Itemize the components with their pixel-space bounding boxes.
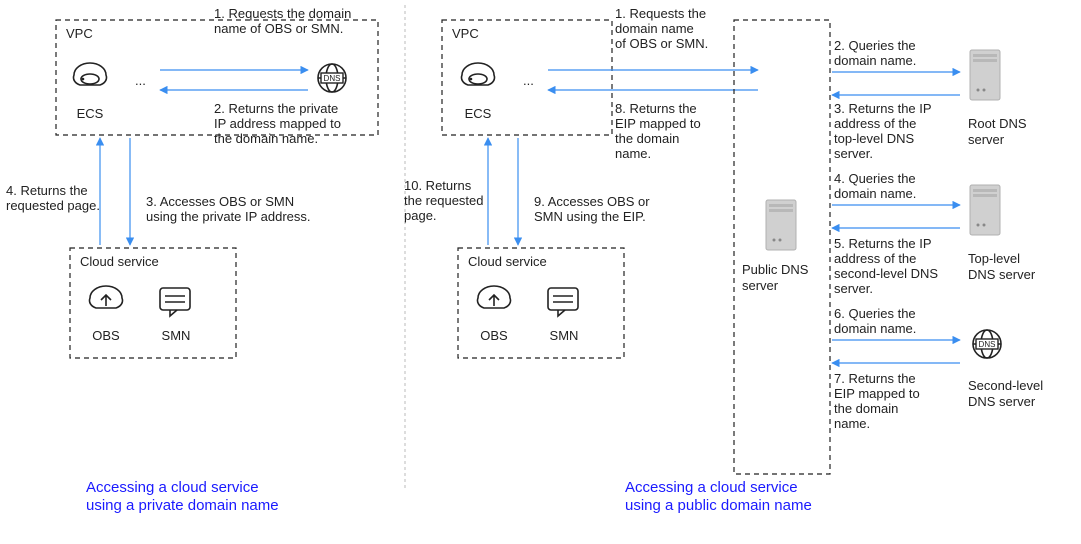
diagram-root: DNS VPC ECS ...: [0, 0, 1081, 544]
text-right-step1: 1. Requests the domain name of OBS or SM…: [615, 6, 710, 51]
public-dns-server-icon: [766, 200, 796, 250]
text-right-step2: 2. Queries the domain name.: [834, 38, 919, 68]
text-left-step1: 1. Requests the domain name of OBS or SM…: [214, 6, 355, 36]
ecs-icon-left: [73, 63, 106, 85]
obs-icon-right: [477, 286, 510, 308]
left-panel: VPC ECS ... 1. Requests the domain name …: [6, 6, 378, 514]
top-dns-server-icon: [970, 185, 1000, 235]
obs-label-right: OBS: [480, 328, 508, 343]
second-dns-l1: Second-level: [968, 378, 1043, 393]
ecs-label-left: ECS: [77, 106, 104, 121]
title-right-l2: using a public domain name: [625, 497, 812, 514]
ellipsis-right: ...: [523, 73, 534, 88]
right-panel: VPC ECS ... 1. Requests the domain name …: [404, 6, 1043, 514]
obs-icon-left: [89, 286, 122, 308]
text-right-step8: 8. Returns the EIP mapped to the domain …: [615, 101, 704, 161]
text-right-step9: 9. Accesses OBS or SMN using the EIP.: [534, 194, 653, 224]
text-right-step3: 3. Returns the IP address of the top-lev…: [834, 101, 935, 161]
smn-label-left: SMN: [162, 328, 191, 343]
top-dns-l2: DNS server: [968, 267, 1036, 282]
top-dns-l1: Top-level: [968, 251, 1020, 266]
ellipsis-left: ...: [135, 73, 146, 88]
ecs-icon-right: [461, 63, 494, 85]
public-dns-label2: server: [742, 278, 779, 293]
root-dns-l1: Root DNS: [968, 116, 1027, 131]
public-dns-label1: Public DNS: [742, 262, 809, 277]
text-right-step7: 7. Returns the EIP mapped to the domain …: [834, 371, 923, 431]
title-left-l2: using a private domain name: [86, 497, 279, 514]
second-dns-icon: [973, 330, 1001, 358]
smn-icon-right: [548, 288, 578, 316]
smn-label-right: SMN: [550, 328, 579, 343]
second-dns-l2: DNS server: [968, 394, 1036, 409]
text-right-step5: 5. Returns the IP address of the second-…: [834, 236, 942, 296]
obs-label-left: OBS: [92, 328, 120, 343]
title-left-l1: Accessing a cloud service: [86, 479, 259, 496]
text-right-step10: 10. Returns the requested page.: [404, 178, 487, 223]
text-left-step2: 2. Returns the private IP address mapped…: [214, 101, 345, 146]
text-left-step3: 3. Accesses OBS or SMN using the private…: [146, 194, 311, 224]
cloud-service-label-right: Cloud service: [468, 254, 547, 269]
text-right-step6: 6. Queries the domain name.: [834, 306, 919, 336]
root-dns-server-icon: [970, 50, 1000, 100]
ecs-label-right: ECS: [465, 106, 492, 121]
text-left-step4: 4. Returns the requested page.: [6, 183, 100, 213]
cloud-service-label-left: Cloud service: [80, 254, 159, 269]
dns-icon-left: [318, 64, 346, 92]
vpc-label-right: VPC: [452, 26, 479, 41]
title-right-l1: Accessing a cloud service: [625, 479, 798, 496]
vpc-label-left: VPC: [66, 26, 93, 41]
text-right-step4: 4. Queries the domain name.: [834, 171, 919, 201]
root-dns-l2: server: [968, 132, 1005, 147]
smn-icon-left: [160, 288, 190, 316]
